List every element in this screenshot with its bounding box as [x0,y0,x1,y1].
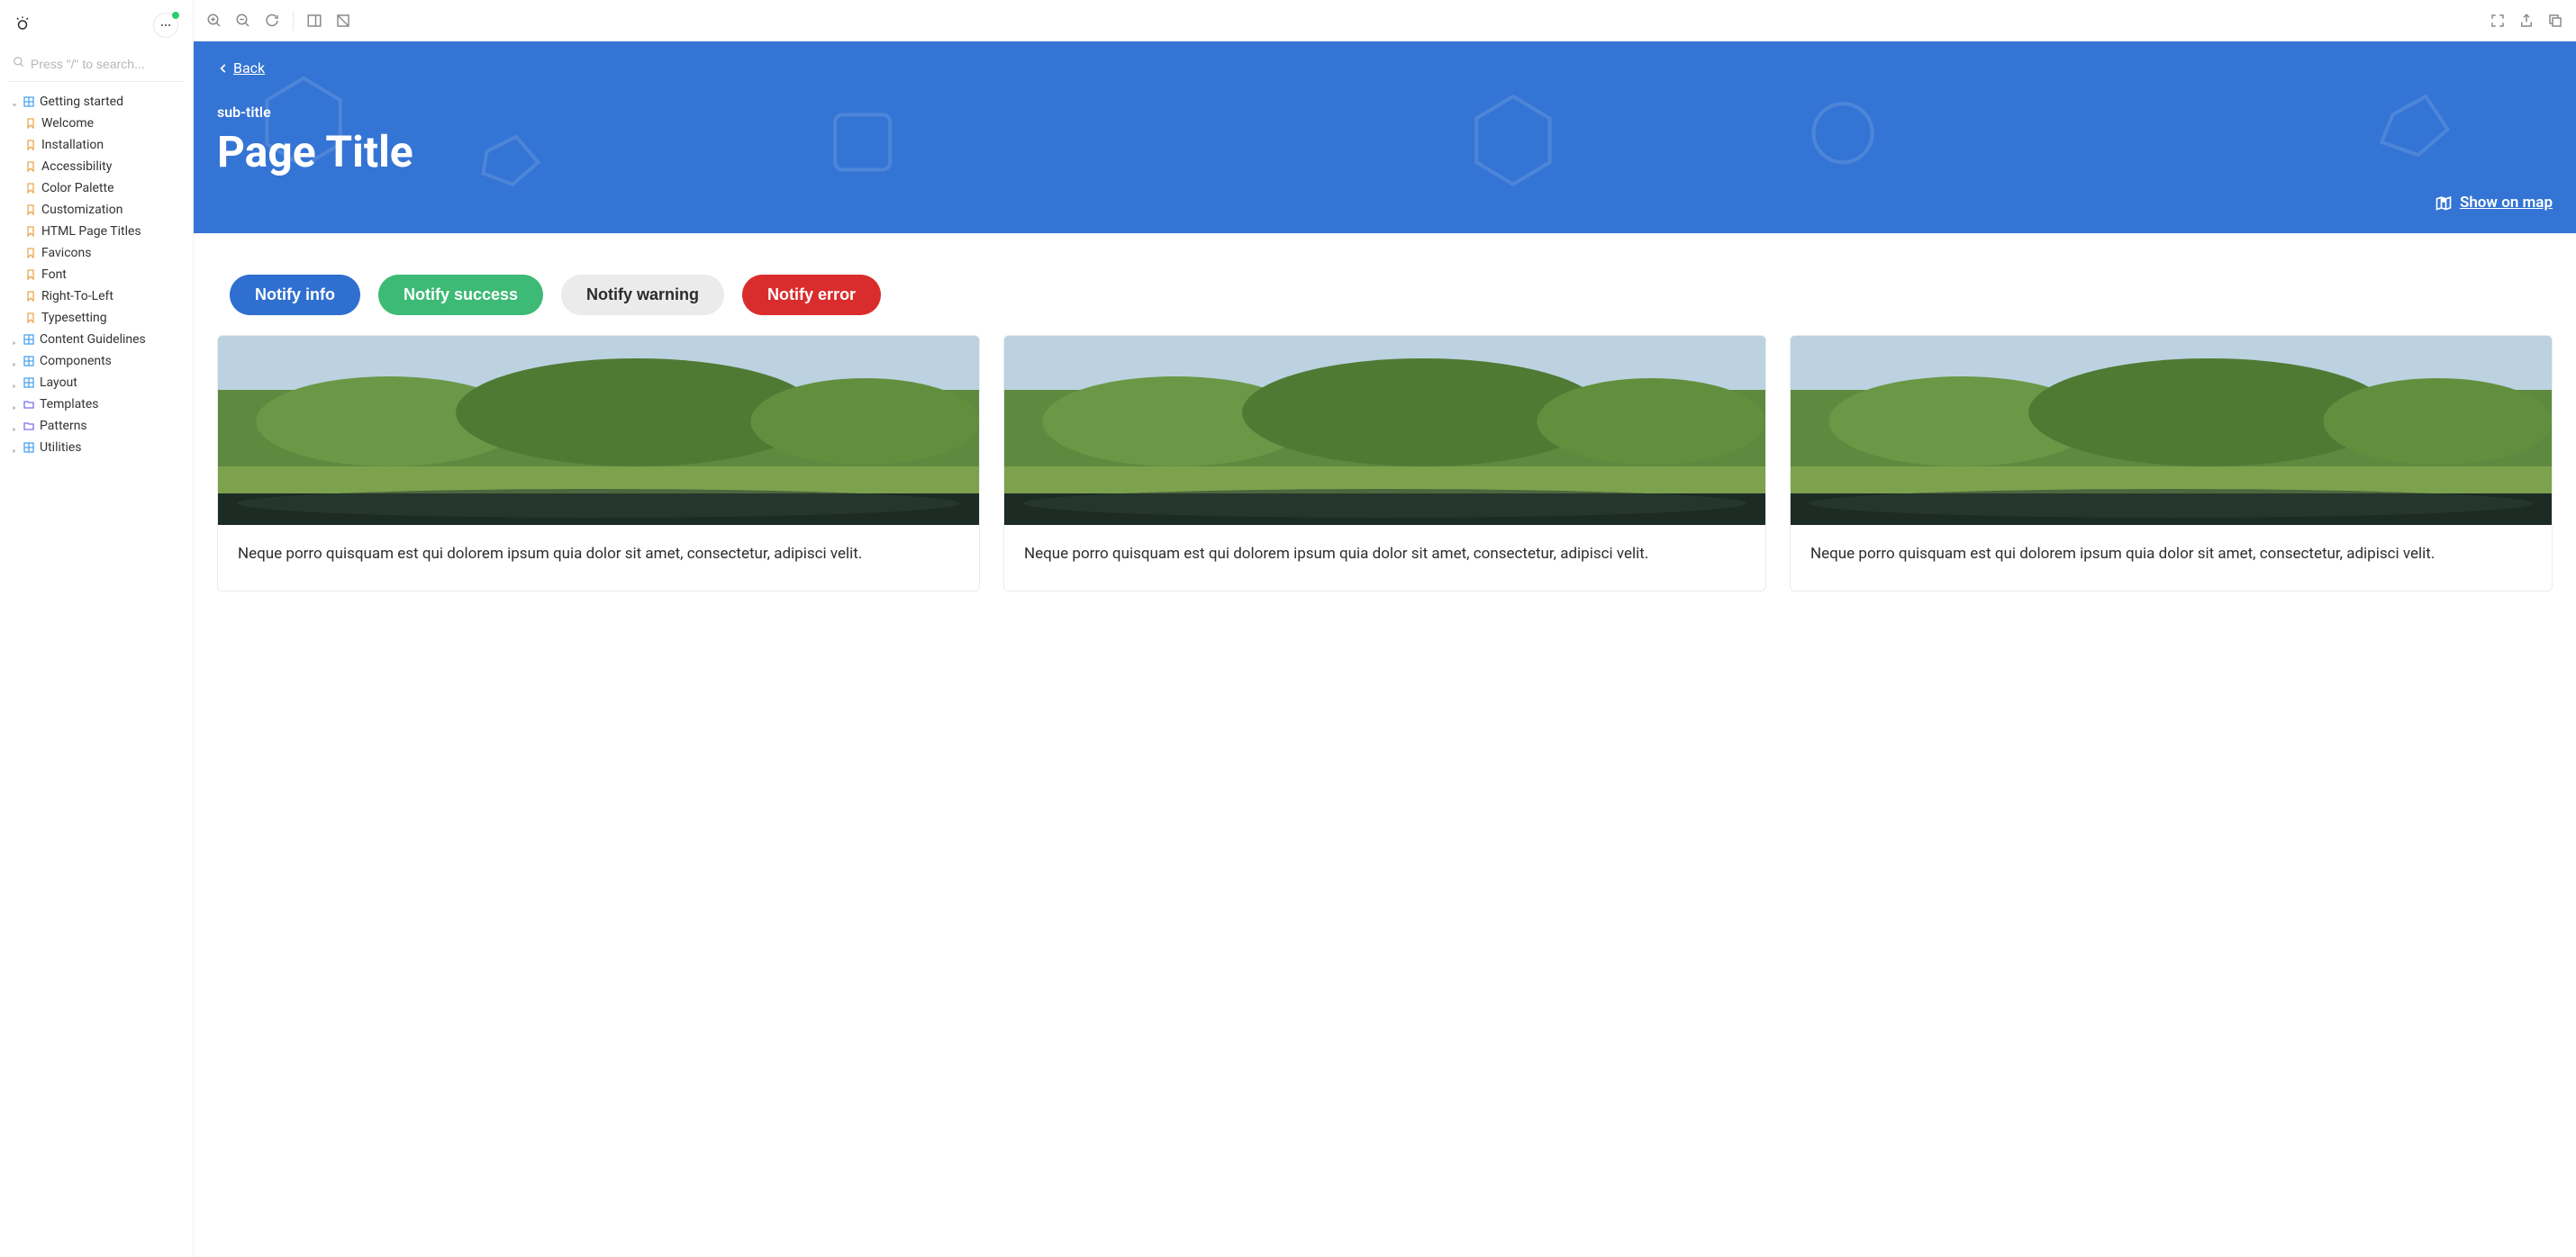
app-logo-icon [14,15,31,35]
caret-right-icon [11,401,18,408]
nav-label: Welcome [41,116,94,131]
bookmark-icon [25,248,36,258]
nav-label: Right-To-Left [41,289,113,303]
nav-label: Favicons [41,246,91,260]
nav-label: Color Palette [41,181,114,195]
caret-right-icon [11,444,18,451]
nav-label: Accessibility [41,159,112,174]
bookmark-icon [25,269,36,280]
nav-label: Typesetting [41,311,107,325]
nav-label: Utilities [40,440,82,455]
grid-icon [23,356,34,366]
folder-icon [23,399,34,410]
bookmark-icon [25,183,36,194]
nav-label: Patterns [40,419,87,433]
nav-label: Content Guidelines [40,332,146,347]
nav-item-getting-started[interactable]: Getting started [9,91,184,113]
caret-down-icon [11,98,18,105]
nav-item-typesetting[interactable]: Typesetting [9,307,184,329]
share-icon[interactable] [2518,13,2535,29]
nav-item-right-to-left[interactable]: Right-To-Left [9,285,184,307]
toolbar-separator [293,11,294,31]
nav-item-font[interactable]: Font [9,264,184,285]
nav-item-installation[interactable]: Installation [9,134,184,156]
contrast-icon[interactable] [335,13,351,29]
card-text: Neque porro quisquam est qui dolorem ips… [1004,525,1765,592]
page-title: Page Title [217,126,2553,177]
fullscreen-icon[interactable] [2490,13,2506,29]
nav-item-color-palette[interactable]: Color Palette [9,177,184,199]
card: Neque porro quisquam est qui dolorem ips… [217,335,980,592]
show-on-map-label: Show on map [2460,194,2553,212]
grid-icon [23,334,34,345]
nav-item-customization[interactable]: Customization [9,199,184,221]
caret-right-icon [11,422,18,430]
zoom-in-icon[interactable] [206,13,222,29]
nav-item-patterns[interactable]: Patterns [9,415,184,437]
grid-icon [23,96,34,107]
card-text: Neque porro quisquam est qui dolorem ips… [218,525,979,592]
bookmark-icon [25,312,36,323]
notify-info-button[interactable]: Notify info [230,275,360,315]
bookmark-icon [25,161,36,172]
nav-item-accessibility[interactable]: Accessibility [9,156,184,177]
notify-warning-button[interactable]: Notify warning [561,275,724,315]
grid-icon [23,377,34,388]
card-row: Neque porro quisquam est qui dolorem ips… [217,335,2553,592]
card-image [218,336,979,525]
search-icon [13,56,25,72]
grid-icon [23,442,34,453]
nav-label: Font [41,267,67,282]
nav-item-layout[interactable]: Layout [9,372,184,393]
card-text: Neque porro quisquam est qui dolorem ips… [1791,525,2552,592]
nav-item-content-guidelines[interactable]: Content Guidelines [9,329,184,350]
bookmark-icon [25,226,36,237]
caret-right-icon [11,336,18,343]
card-image [1004,336,1765,525]
nav-item-components[interactable]: Components [9,350,184,372]
search-input[interactable] [31,57,180,71]
nav-item-templates[interactable]: Templates [9,393,184,415]
copy-icon[interactable] [2547,13,2563,29]
hero-subtitle: sub-title [217,104,2553,121]
panel-icon[interactable] [306,13,322,29]
nav-label: Components [40,354,112,368]
card-image [1791,336,2552,525]
back-label: Back [233,59,265,77]
zoom-out-icon[interactable] [235,13,251,29]
nav-item-favicons[interactable]: Favicons [9,242,184,264]
notify-success-button[interactable]: Notify success [378,275,543,315]
nav-label: Installation [41,138,104,152]
nav-item-html-page-titles[interactable]: HTML Page Titles [9,221,184,242]
chevron-left-icon [217,62,230,75]
map-pin-icon [2435,194,2453,212]
hero-banner: Back sub-title Page Title Show on map [194,41,2576,233]
more-button[interactable] [153,13,178,38]
status-dot-icon [172,12,179,19]
nav-label: Templates [40,397,99,411]
bookmark-icon [25,118,36,129]
bookmark-icon [25,140,36,150]
refresh-icon[interactable] [264,13,280,29]
bookmark-icon [25,204,36,215]
notify-buttons: Notify info Notify success Notify warnin… [217,275,2553,315]
bookmark-icon [25,291,36,302]
sidebar: Getting started Welcome Installation Acc… [0,0,194,1257]
show-on-map-link[interactable]: Show on map [2435,194,2553,212]
toolbar [194,0,2576,41]
nav-tree: Getting started Welcome Installation Acc… [9,91,184,458]
nav-label: Layout [40,375,77,390]
nav-item-welcome[interactable]: Welcome [9,113,184,134]
folder-icon [23,421,34,431]
notify-error-button[interactable]: Notify error [742,275,881,315]
nav-label: Customization [41,203,122,217]
card: Neque porro quisquam est qui dolorem ips… [1790,335,2553,592]
nav-label: Getting started [40,95,123,109]
back-link[interactable]: Back [217,59,265,77]
nav-label: HTML Page Titles [41,224,141,239]
caret-right-icon [11,357,18,365]
caret-right-icon [11,379,18,386]
nav-item-utilities[interactable]: Utilities [9,437,184,458]
card: Neque porro quisquam est qui dolorem ips… [1003,335,1766,592]
